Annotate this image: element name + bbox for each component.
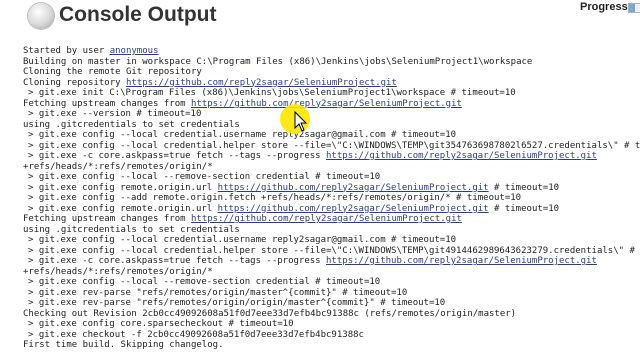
console-text: First time build. Skipping changelog. xyxy=(23,340,224,350)
console-text: Cloning the remote Git repository xyxy=(23,67,202,77)
console-link[interactable]: https://github.com/reply2sagar/SeleniumP… xyxy=(326,151,597,161)
console-text: +refs/heads/*:refs/remotes/origin/* xyxy=(23,161,213,172)
console-text: > git.exe config --local credential.help… xyxy=(28,245,640,256)
console-text: > git.exe config core.sparsecheckout # t… xyxy=(28,319,294,329)
console-text: > git.exe config --local --remove-sectio… xyxy=(28,172,381,182)
console-text: > git.exe config --local credential.user… xyxy=(28,130,457,140)
console-line: Cloning repository https://github.com/re… xyxy=(23,78,640,89)
console-text: # timeout=10 xyxy=(488,182,560,193)
console-line: > git.exe config --local --remove-sectio… xyxy=(23,277,640,288)
mouse-pointer-icon xyxy=(280,104,310,134)
console-line: +refs/heads/*:refs/remotes/origin/* xyxy=(23,267,640,278)
console-text: Building on master in workspace C:\Progr… xyxy=(23,56,533,67)
progress-label: Progress: xyxy=(580,1,632,13)
console-text: using .gitcredentials to set credentials xyxy=(23,224,240,235)
console-line: > git.exe config core.sparsecheckout # t… xyxy=(23,319,640,330)
console-text: Checking out Revision 2cb0cc49092608a51f… xyxy=(23,308,517,319)
console-line: > git.exe rev-parse "refs/remotes/origin… xyxy=(23,288,640,299)
console-text: using .gitcredentials to set credentials xyxy=(23,119,240,130)
console-text: > git.exe -c core.askpass=true fetch --t… xyxy=(28,151,327,161)
progress-fill xyxy=(629,4,635,12)
console-link[interactable]: https://github.com/reply2sagar/SeleniumP… xyxy=(191,214,462,224)
console-output: Started by user anonymous Building on mas… xyxy=(23,46,640,360)
console-text: > git.exe config remote.origin.url xyxy=(28,182,218,193)
console-line: > git.exe checkout -f 2cb0cc49092608a51f… xyxy=(23,330,640,341)
console-line: > git.exe config --add remote.origin.fet… xyxy=(23,193,640,204)
console-link[interactable]: https://github.com/reply2sagar/SeleniumP… xyxy=(326,256,597,266)
progress-bar xyxy=(628,3,640,13)
console-line: +refs/heads/*:refs/remotes/origin/* xyxy=(23,162,640,173)
console-link[interactable]: https://github.com/reply2sagar/SeleniumP… xyxy=(218,183,489,193)
console-text: Cloning repository xyxy=(23,77,126,88)
console-line: > git.exe -c core.askpass=true fetch --t… xyxy=(23,151,640,162)
console-line: > git.exe init C:\Program Files (x86)\Je… xyxy=(23,88,640,99)
console-line: Fetching upstream changes from https://g… xyxy=(23,99,640,110)
console-text: > git.exe checkout -f 2cb0cc49092608a51f… xyxy=(28,329,364,340)
console-line: > git.exe config remote.origin.url https… xyxy=(23,183,640,194)
console-line: Cloning the remote Git repository xyxy=(23,67,640,78)
console-line: > git.exe config remote.origin.url https… xyxy=(23,204,640,215)
console-line: > git.exe rev-parse "refs/remotes/origin… xyxy=(23,298,640,309)
console-line: Fetching upstream changes from https://g… xyxy=(23,214,640,225)
console-text: # timeout=10 xyxy=(488,203,560,214)
console-line: using .gitcredentials to set credentials xyxy=(23,120,640,131)
console-line: > git.exe config --local credential.help… xyxy=(23,246,640,257)
console-line: Started by user anonymous xyxy=(23,46,640,57)
console-text: > git.exe config --local credential.help… xyxy=(28,140,640,151)
console-text: +refs/heads/*:refs/remotes/origin/* xyxy=(23,266,213,277)
console-text: > git.exe rev-parse "refs/remotes/origin… xyxy=(28,298,446,308)
console-line: Building on master in workspace C:\Progr… xyxy=(23,57,640,68)
console-text: Fetching upstream changes from xyxy=(23,214,191,224)
console-line: > git.exe -c core.askpass=true fetch --t… xyxy=(23,256,640,267)
console-link[interactable]: https://github.com/reply2sagar/SeleniumP… xyxy=(218,204,489,214)
console-line: > git.exe config --local credential.help… xyxy=(23,141,640,152)
console-text: > git.exe -c core.askpass=true fetch --t… xyxy=(28,256,327,266)
console-text: > git.exe config --add remote.origin.fet… xyxy=(28,193,522,203)
console-link[interactable]: anonymous xyxy=(110,46,159,56)
console-line: First time build. Skipping changelog. xyxy=(23,340,640,351)
console-line: > git.exe config --local --remove-sectio… xyxy=(23,172,640,183)
console-text: > git.exe rev-parse "refs/remotes/origin… xyxy=(28,287,408,298)
console-line: > git.exe config --local credential.user… xyxy=(23,130,640,141)
console-link[interactable]: https://github.com/reply2sagar/SeleniumP… xyxy=(191,99,462,109)
console-text: > git.exe config remote.origin.url xyxy=(28,203,218,214)
console-ball-icon xyxy=(28,3,54,29)
console-text: Started by user xyxy=(23,46,110,56)
console-text: > git.exe config --local credential.user… xyxy=(28,235,457,245)
console-link[interactable]: https://github.com/reply2sagar/SeleniumP… xyxy=(126,78,397,88)
console-line: Checking out Revision 2cb0cc49092608a51f… xyxy=(23,309,640,320)
console-text: > git.exe config --local --remove-sectio… xyxy=(28,277,381,287)
page-title: Console Output xyxy=(59,3,217,26)
console-text: > git.exe init C:\Program Files (x86)\Je… xyxy=(28,88,516,98)
console-line: using .gitcredentials to set credentials xyxy=(23,225,640,236)
console-text: Fetching upstream changes from xyxy=(23,98,191,109)
page-header: Console Output Progress: xyxy=(0,0,640,34)
console-line: > git.exe config --local credential.user… xyxy=(23,235,640,246)
console-text: > git.exe --version # timeout=10 xyxy=(28,109,202,119)
console-line: > git.exe --version # timeout=10 xyxy=(23,109,640,120)
